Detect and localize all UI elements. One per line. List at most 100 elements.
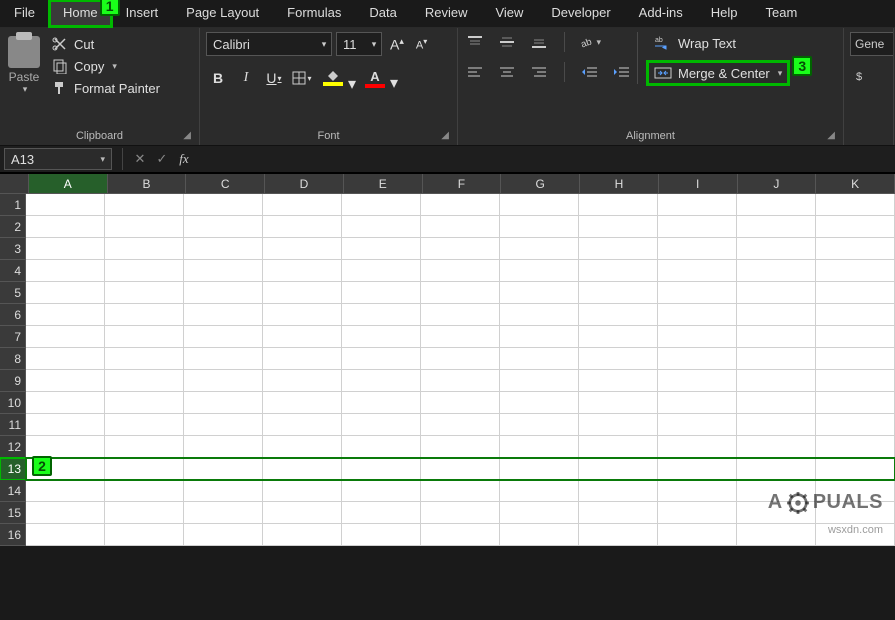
cell[interactable] <box>263 414 342 436</box>
col-header-j[interactable]: J <box>738 174 817 194</box>
chevron-down-icon[interactable]: ▾ <box>112 61 117 72</box>
cell[interactable] <box>816 238 895 260</box>
cell[interactable] <box>500 282 579 304</box>
cell[interactable] <box>26 414 105 436</box>
tab-data[interactable]: Data <box>355 0 410 27</box>
cell[interactable] <box>184 348 263 370</box>
cell[interactable] <box>105 436 184 458</box>
cell[interactable] <box>421 502 500 524</box>
cell[interactable] <box>184 238 263 260</box>
cell[interactable] <box>658 414 737 436</box>
align-middle-button[interactable] <box>496 32 518 52</box>
cell[interactable] <box>737 260 816 282</box>
cell[interactable] <box>500 194 579 216</box>
cell[interactable] <box>26 304 105 326</box>
cell[interactable] <box>342 348 421 370</box>
cell[interactable] <box>26 238 105 260</box>
cell[interactable] <box>579 326 658 348</box>
cell[interactable] <box>500 414 579 436</box>
cell[interactable] <box>658 480 737 502</box>
cell[interactable] <box>105 260 184 282</box>
cell[interactable] <box>737 370 816 392</box>
cell[interactable] <box>658 260 737 282</box>
row-header[interactable]: 3 <box>0 238 26 260</box>
cell[interactable] <box>500 348 579 370</box>
cell[interactable] <box>184 216 263 238</box>
cell[interactable] <box>737 392 816 414</box>
cell[interactable] <box>421 348 500 370</box>
tab-developer[interactable]: Developer <box>537 0 624 27</box>
cell[interactable] <box>105 480 184 502</box>
cell[interactable] <box>816 458 895 480</box>
cell[interactable] <box>421 194 500 216</box>
col-header-c[interactable]: C <box>186 174 265 194</box>
col-header-k[interactable]: K <box>816 174 895 194</box>
cell[interactable] <box>500 502 579 524</box>
cell[interactable] <box>105 238 184 260</box>
underline-button[interactable]: U▾ <box>262 66 286 90</box>
font-size-combo[interactable]: ▾ <box>336 32 382 56</box>
cell[interactable] <box>26 194 105 216</box>
cell[interactable] <box>26 282 105 304</box>
cell[interactable] <box>500 370 579 392</box>
cell[interactable] <box>342 458 421 480</box>
dialog-launcher-icon[interactable]: ◢ <box>183 130 191 141</box>
cell[interactable] <box>579 392 658 414</box>
cell[interactable] <box>816 260 895 282</box>
cell[interactable] <box>579 370 658 392</box>
cell[interactable] <box>500 392 579 414</box>
number-format-combo[interactable]: Gene <box>850 32 894 56</box>
chevron-down-icon[interactable]: ▾ <box>23 84 28 95</box>
fill-color-button[interactable]: ▾ <box>318 70 348 86</box>
enter-formula-button[interactable]: ✓ <box>151 151 173 167</box>
font-name-combo[interactable]: ▾ <box>206 32 332 56</box>
cell[interactable] <box>579 480 658 502</box>
cell[interactable] <box>816 216 895 238</box>
cell[interactable] <box>421 436 500 458</box>
align-bottom-button[interactable] <box>528 32 550 52</box>
cell[interactable] <box>342 370 421 392</box>
cell[interactable] <box>658 304 737 326</box>
paste-button[interactable]: Paste ▾ <box>6 32 46 95</box>
cell[interactable] <box>342 436 421 458</box>
cell[interactable] <box>105 458 184 480</box>
cell[interactable] <box>342 260 421 282</box>
cell[interactable] <box>579 502 658 524</box>
cell[interactable] <box>421 326 500 348</box>
row-header[interactable]: 4 <box>0 260 26 282</box>
cell[interactable] <box>421 282 500 304</box>
cell[interactable] <box>342 194 421 216</box>
tab-insert[interactable]: Insert <box>112 0 173 27</box>
cell[interactable] <box>184 282 263 304</box>
tab-help[interactable]: Help <box>697 0 752 27</box>
cell[interactable] <box>184 370 263 392</box>
chevron-down-icon[interactable]: ▾ <box>278 74 282 83</box>
cell[interactable] <box>579 282 658 304</box>
cell[interactable] <box>658 282 737 304</box>
chevron-down-icon[interactable]: ▾ <box>348 74 356 94</box>
cell[interactable] <box>342 392 421 414</box>
tab-page-layout[interactable]: Page Layout <box>172 0 273 27</box>
row-header[interactable]: 16 <box>0 524 26 546</box>
cell[interactable] <box>184 304 263 326</box>
cell[interactable] <box>421 480 500 502</box>
cell[interactable] <box>26 348 105 370</box>
cell[interactable] <box>263 348 342 370</box>
cell[interactable] <box>342 304 421 326</box>
wrap-text-button[interactable]: ab Wrap Text <box>648 32 788 54</box>
align-right-button[interactable] <box>528 62 550 82</box>
cell[interactable] <box>816 392 895 414</box>
cell[interactable] <box>500 260 579 282</box>
accounting-format-button[interactable]: $ <box>850 66 872 86</box>
chevron-down-icon[interactable]: ▾ <box>100 154 105 165</box>
cell[interactable] <box>421 392 500 414</box>
cell[interactable] <box>579 458 658 480</box>
cell[interactable] <box>500 216 579 238</box>
col-header-e[interactable]: E <box>344 174 423 194</box>
cell[interactable] <box>263 326 342 348</box>
cut-button[interactable]: Cut <box>52 36 160 52</box>
cell[interactable] <box>26 370 105 392</box>
cell[interactable] <box>105 524 184 546</box>
cell[interactable] <box>658 194 737 216</box>
cell[interactable] <box>737 194 816 216</box>
